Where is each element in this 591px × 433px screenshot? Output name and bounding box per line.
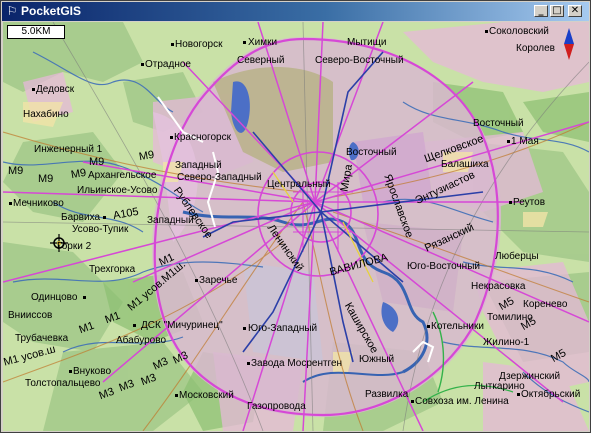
place-label-razvilka: Развилка xyxy=(365,389,409,400)
place-marker xyxy=(517,393,520,396)
title-bar[interactable]: ⚐ PocketGIS _ □ ✕ xyxy=(2,2,589,21)
place-label-kozhukhovo: Кореневo xyxy=(523,299,568,310)
place-label-gorki2: Горки 2 xyxy=(57,241,92,252)
road-label-m9-b: M9 xyxy=(89,156,105,168)
place-label-trubachevka: Трубачевка xyxy=(15,333,69,344)
place-label-tolstopaltsevo: Толстопальцево xyxy=(25,378,101,389)
place-label-odintsovo: Одинцово xyxy=(31,292,78,303)
scale-indicator: 5.0KM xyxy=(7,25,65,39)
place-marker xyxy=(247,362,250,365)
north-arrow-icon[interactable] xyxy=(562,26,576,62)
place-label-vostochny-top: Восточный xyxy=(473,118,524,129)
place-marker xyxy=(133,324,136,327)
place-marker xyxy=(427,325,430,328)
pocketgis-window: ⚐ PocketGIS _ □ ✕ 5.0KM Новогорск Химки … xyxy=(0,0,591,433)
place-label-nakhabino: Нахабино xyxy=(23,109,69,120)
place-label-lyubertsy: Люберцы xyxy=(495,251,539,262)
place-label-mytishchi: Мытищи xyxy=(347,37,387,48)
place-label-kotelniki: Котельники xyxy=(431,321,484,332)
place-marker xyxy=(485,30,488,33)
place-label-zarechye: Заречье xyxy=(199,275,238,286)
minimize-button[interactable]: _ xyxy=(534,5,548,17)
place-label-dsk-michurinets: ДСК "Мичуринец" xyxy=(141,320,223,331)
place-label-oktyabrsky: Октябрьский xyxy=(521,389,581,400)
place-label-usovo-tupik: Усово-Тупик xyxy=(72,224,129,235)
road-label-m9-c: M9 xyxy=(8,165,24,177)
close-button[interactable]: ✕ xyxy=(568,5,582,17)
place-label-lytkarino: Лыткарино xyxy=(474,381,525,392)
place-marker xyxy=(243,41,246,44)
place-label-sovkhoz-lenina: Совхоза им. Ленина xyxy=(415,396,509,407)
place-label-trekhgorka: Трехгорка xyxy=(89,264,136,275)
place-label-mechnikovo: Мечниково xyxy=(13,198,64,209)
place-label-ilinskoe-usovo: Ильинское-Усово xyxy=(77,185,158,196)
place-label-zapadny2: Западный xyxy=(147,215,194,226)
place-label-ababurovo: Абабурово xyxy=(116,335,167,346)
place-label-vniissov: Внииссов xyxy=(8,310,53,321)
place-marker xyxy=(32,88,35,91)
window-title: PocketGIS xyxy=(21,4,82,18)
place-label-arkhangelskoe: Архангельское xyxy=(88,170,157,181)
road-label-m9-d: M9 xyxy=(38,173,54,185)
place-label-dedovsk: Дедовск xyxy=(36,84,75,95)
place-label-may1: 1 Мая xyxy=(511,136,539,147)
place-marker xyxy=(141,63,144,66)
place-marker xyxy=(170,136,173,139)
map-canvas[interactable]: 5.0KM Новогорск Химки Мытищи Соколовский… xyxy=(3,22,589,431)
place-label-inzhenerny1: Инженерный 1 xyxy=(34,144,103,155)
place-label-vostochny: Восточный xyxy=(346,147,397,158)
place-label-zhilino1: Жилино-1 xyxy=(483,337,530,348)
place-marker xyxy=(175,394,178,397)
place-label-yuzhny: Южный xyxy=(359,354,395,365)
place-marker xyxy=(509,201,512,204)
place-marker xyxy=(69,370,72,373)
place-label-tsentralny: Центральный xyxy=(267,179,331,190)
place-marker xyxy=(195,279,198,282)
place-marker xyxy=(83,296,86,299)
place-label-severny: Северный xyxy=(237,55,285,66)
compass-logo-icon: ⚐ xyxy=(6,4,18,18)
place-label-nekrasovka: Некрасовка xyxy=(471,281,526,292)
place-label-severo-zapadny: Северо-Западный xyxy=(177,172,262,183)
place-label-khimki: Химки xyxy=(248,37,278,48)
place-label-vnukovo: Внуково xyxy=(73,366,112,377)
place-label-yugo-vostochny: Юго-Восточный xyxy=(407,261,480,272)
place-label-barvikha: Барвиха xyxy=(61,212,101,223)
place-marker xyxy=(9,202,12,205)
place-label-gazoprovoda: Газопровода xyxy=(247,401,306,412)
place-label-severo-vostochny: Северо-Восточный xyxy=(315,55,404,66)
maximize-button[interactable]: □ xyxy=(550,5,564,17)
place-marker xyxy=(171,43,174,46)
place-label-zavoda-mosrentgen: Завода Мосрентген xyxy=(251,358,343,369)
place-label-zapadny: Западный xyxy=(175,160,222,171)
place-marker xyxy=(103,216,106,219)
place-marker xyxy=(411,400,414,403)
place-label-novogorsk: Новогорск xyxy=(175,39,223,50)
place-marker xyxy=(243,327,246,330)
place-label-yugo-zapadny: Юго-Западный xyxy=(248,323,318,334)
place-label-otradnoe: Отрадное xyxy=(145,59,191,70)
place-label-krasnogorsk: Красногорск xyxy=(174,132,231,143)
place-label-balashikha: Балашиха xyxy=(441,159,489,170)
place-label-korolev: Королев xyxy=(516,43,555,54)
place-label-reutov: Реутов xyxy=(513,197,546,208)
place-marker xyxy=(507,140,510,143)
place-label-sokolovsky: Соколовский xyxy=(489,26,549,37)
place-label-moskovsky: Московский xyxy=(179,390,234,401)
